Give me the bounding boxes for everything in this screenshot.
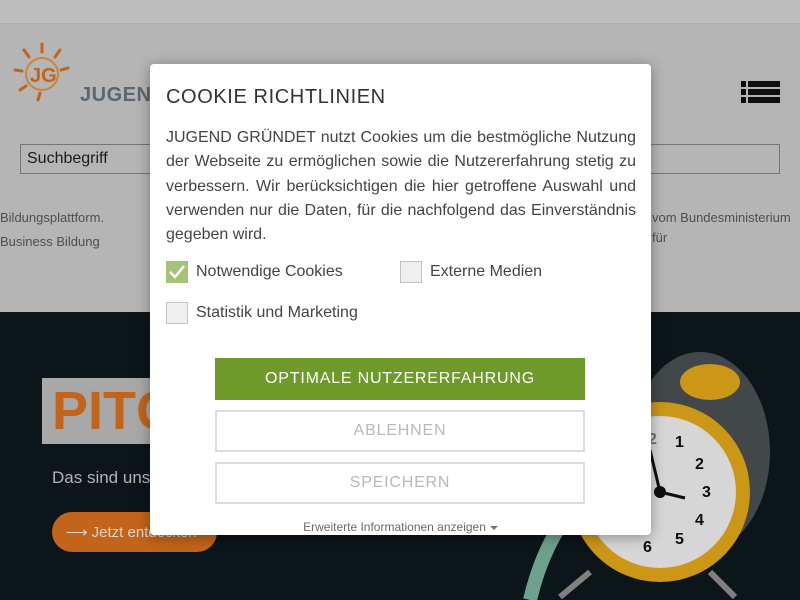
option-external-media[interactable]: Externe Medien [400,261,542,283]
option-label: Externe Medien [430,263,543,280]
option-necessary-cookies[interactable]: Notwendige Cookies [166,261,343,283]
decline-button[interactable]: ABLEHNEN [215,410,585,452]
dialog-description: JUGEND GRÜNDET nutzt Cookies um die best… [166,129,636,244]
option-label: Statistik und Marketing [196,304,358,321]
more-info-label: Erweiterte Informationen anzeigen [303,520,486,534]
cookie-dialog: COOKIE RICHTLINIEN JUGEND GRÜNDET nutzt … [150,64,651,535]
checkbox-statistics-marketing[interactable] [166,302,188,324]
option-label: Notwendige Cookies [196,263,343,280]
checkbox-necessary-cookies[interactable] [166,261,188,283]
checkbox-external-media[interactable] [400,261,422,283]
caret-down-icon [489,525,498,530]
accept-optimal-button[interactable]: OPTIMALE NUTZERERFAHRUNG [215,358,585,400]
checkmark-icon [169,265,185,279]
save-button[interactable]: SPEICHERN [215,462,585,504]
dialog-title: COOKIE RICHTLINIEN [166,86,386,108]
more-info-link[interactable]: Erweiterte Informationen anzeigen [150,520,651,534]
option-statistics-marketing[interactable]: Statistik und Marketing [166,302,358,324]
